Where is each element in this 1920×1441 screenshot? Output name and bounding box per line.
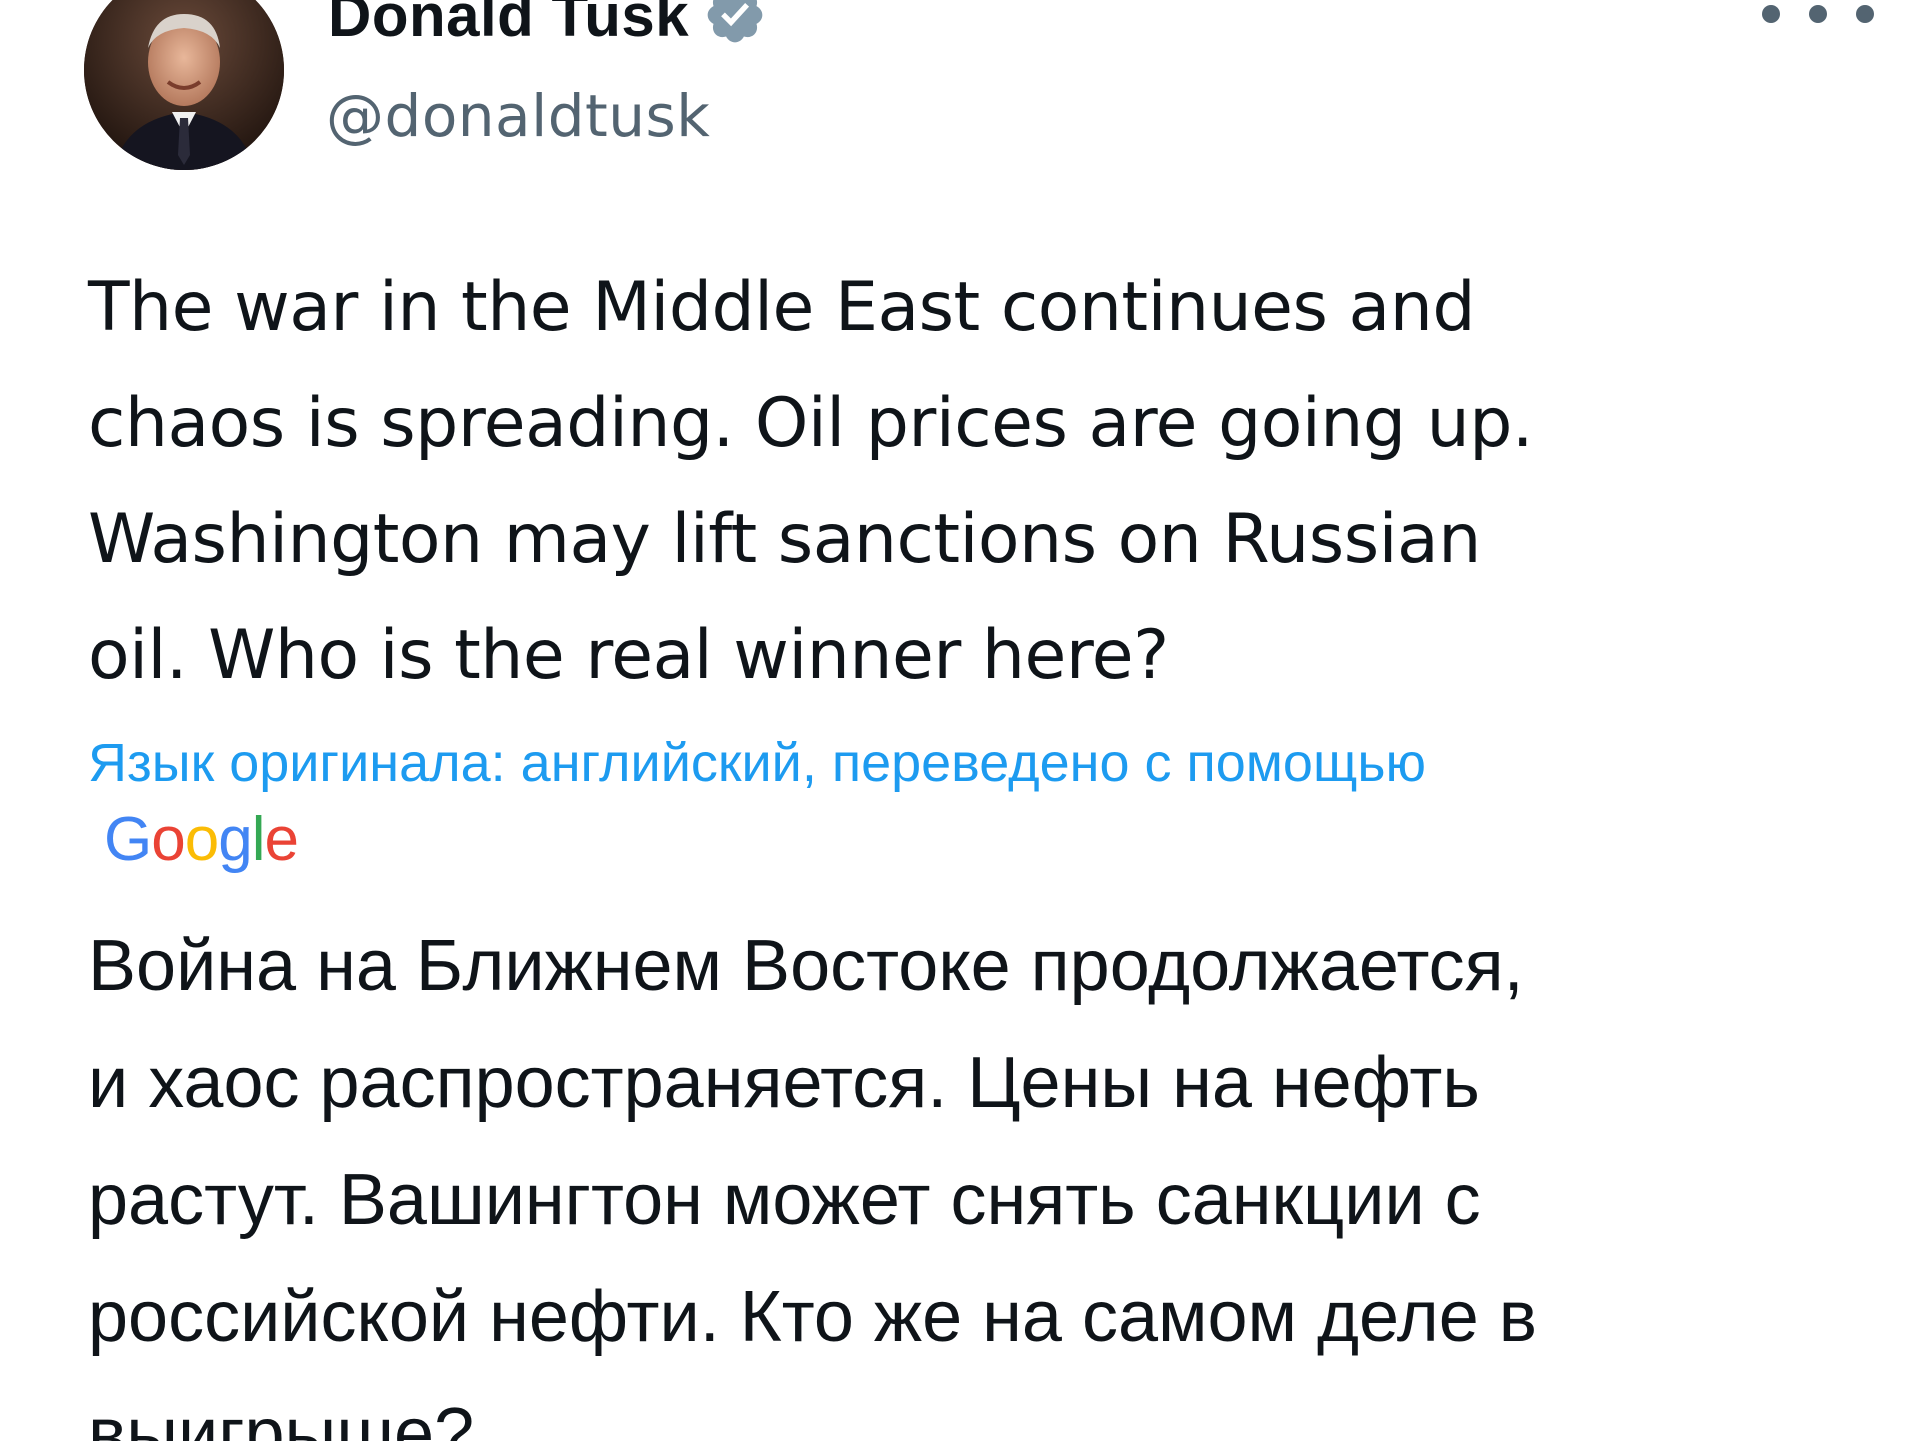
more-horizontal-icon [1762,5,1780,23]
user-handle[interactable]: @donaldtusk [326,82,710,150]
tweet-text: The war in the Middle East continues and… [88,268,1534,695]
tweet: Donald Tusk @donaldtusk The war in the M… [0,0,1920,1441]
translation-note-link[interactable]: Язык оригинала: английский, переведено с… [88,730,1868,796]
translated-tweet-text: Война на Ближнем Востоке продолжается, и… [88,926,1537,1441]
more-horizontal-icon-dot [1809,5,1827,23]
display-name[interactable]: Donald Tusk [328,0,689,50]
profile-photo-icon [84,0,284,170]
google-logo: Google [104,805,299,874]
verified-badge-icon [707,0,763,43]
avatar[interactable] [84,0,284,170]
more-horizontal-icon-dot [1856,5,1874,23]
name-row: Donald Tusk [328,0,767,50]
more-options-button[interactable] [1762,0,1874,34]
